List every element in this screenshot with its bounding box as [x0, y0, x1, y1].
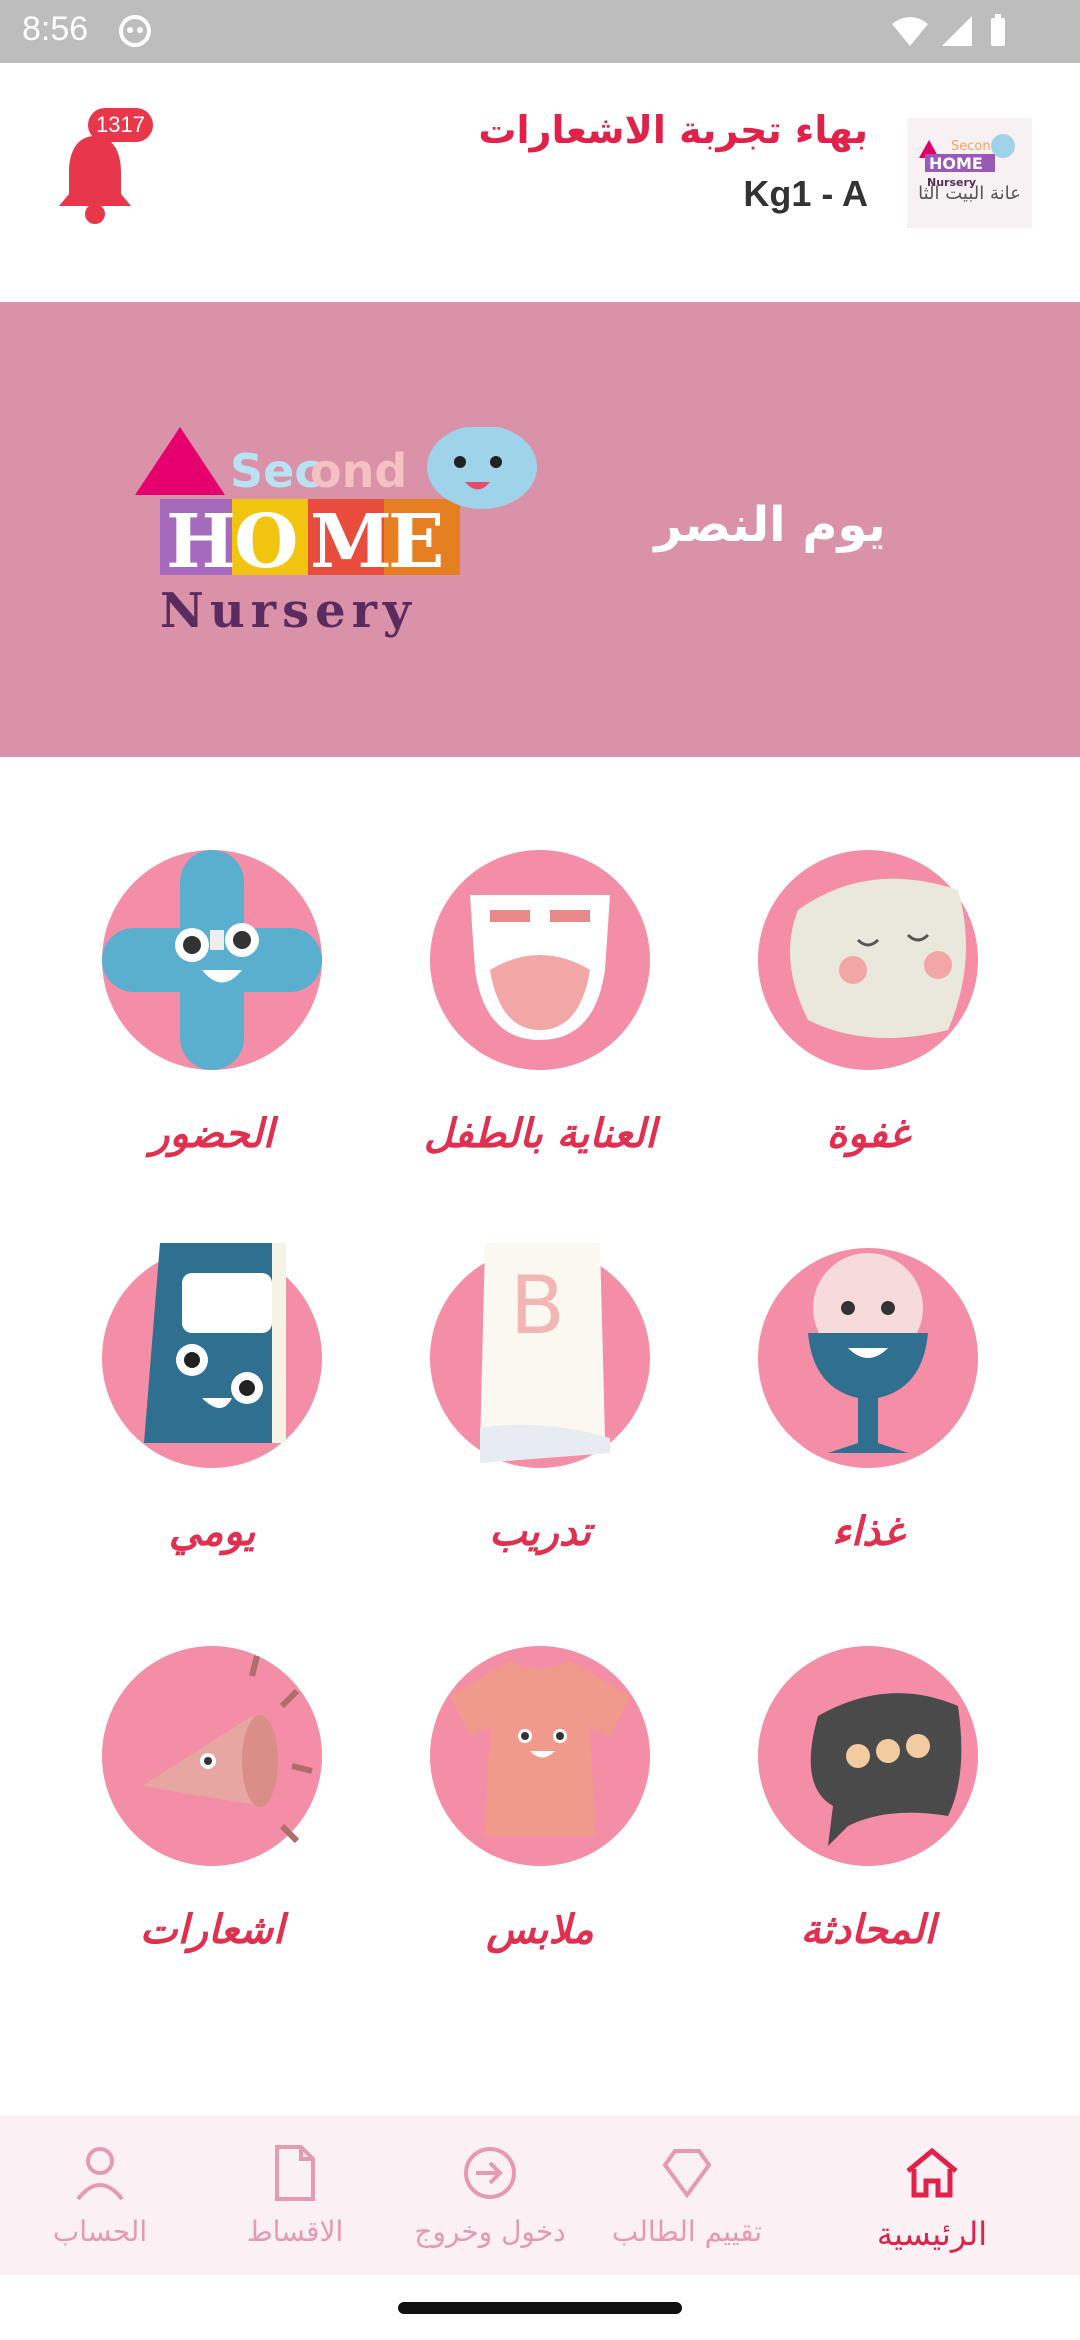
food-cup-icon	[808, 1253, 928, 1453]
signal-icon	[942, 16, 972, 46]
home-gesture-handle[interactable]	[398, 2302, 682, 2314]
tile-food[interactable]: غذاء	[708, 1238, 988, 1598]
nav-student-evaluation[interactable]: تقييم الطالب	[587, 2115, 787, 2275]
svg-text:HOME: HOME	[929, 154, 983, 173]
svg-text:M: M	[310, 499, 392, 585]
svg-text:B: B	[510, 1259, 565, 1352]
training-paper-icon: B	[480, 1243, 610, 1463]
clothes-shirt-icon	[450, 1661, 630, 1836]
daily-book-icon	[144, 1243, 286, 1443]
status-bar: 8:56	[0, 0, 1080, 63]
megaphone-icon	[142, 1655, 313, 1844]
nav-account[interactable]: الحساب	[0, 2115, 200, 2275]
tile-label: غذاء	[832, 1508, 904, 1555]
wifi-icon	[892, 17, 928, 46]
nav-home[interactable]: الرئيسية	[832, 2115, 1032, 2275]
nav-label: الرئيسية	[876, 2215, 988, 2253]
nursery-logo-small: Second HOME Nursery	[907, 118, 1032, 228]
feature-grid: غفوة العناية بالطفل الحضور غذاء B تدريب …	[0, 840, 1080, 2060]
gesture-bar	[0, 2275, 1080, 2340]
nap-pillow-icon	[790, 878, 966, 1038]
logo-caption: عانة البيت الثا	[918, 183, 1021, 204]
tile-training[interactable]: B تدريب	[380, 1238, 660, 1598]
svg-text:ond: ond	[310, 444, 407, 498]
tile-clothes[interactable]: ملابس	[380, 1636, 660, 1996]
diaper-icon	[470, 895, 610, 1040]
svg-text:Nursery: Nursery	[160, 583, 417, 639]
svg-text:Sec: Sec	[230, 444, 322, 498]
nav-label: دخول وخروج	[414, 2215, 566, 2248]
sign-in-icon	[464, 2147, 516, 2199]
tile-notifications[interactable]: اشعارات	[52, 1636, 332, 1996]
bottom-navigation: الرئيسية تقييم الطالب دخول وخروج الاقساط…	[0, 2115, 1080, 2275]
second-home-nursery-logo: Sec ond H O M E Nursery	[135, 427, 537, 639]
tile-label: العناية بالطفل	[423, 1110, 657, 1157]
attendance-cross-icon	[102, 850, 322, 1070]
battery-icon	[991, 14, 1005, 46]
tile-chat[interactable]: المحادثة	[708, 1636, 988, 1996]
diamond-icon	[662, 2149, 712, 2199]
tile-label: تدريب	[489, 1508, 591, 1555]
tile-label: غفوة	[826, 1110, 910, 1157]
tile-child-care[interactable]: العناية بالطفل	[380, 840, 660, 1200]
student-name: بهاء تجربة الاشعارات	[478, 108, 868, 152]
chat-bubble-icon	[810, 1693, 962, 1846]
notification-count-badge: 1317	[88, 108, 153, 142]
app-header: 1317 بهاء تجربة الاشعارات Kg1 - A Second…	[0, 63, 1080, 303]
nav-installments[interactable]: الاقساط	[195, 2115, 395, 2275]
nav-label: الاقساط	[246, 2215, 344, 2248]
document-icon	[275, 2145, 315, 2201]
tile-attendance[interactable]: الحضور	[52, 840, 332, 1200]
banner-title: يوم النصر	[654, 497, 886, 553]
tile-label: يومي	[168, 1508, 256, 1555]
nav-check-in-out[interactable]: دخول وخروج	[390, 2115, 590, 2275]
tile-nap[interactable]: غفوة	[708, 840, 988, 1200]
tile-label: ملابس	[486, 1906, 594, 1953]
svg-text:O: O	[234, 499, 298, 585]
event-banner: Sec ond H O M E Nursery يوم النصر	[0, 302, 1080, 757]
tile-label: المحادثة	[800, 1906, 936, 1953]
notification-bell-icon[interactable]	[55, 128, 135, 228]
svg-text:H: H	[166, 499, 236, 585]
nav-label: تقييم الطالب	[611, 2215, 763, 2248]
student-class: Kg1 - A	[743, 173, 868, 214]
app-notification-icon	[119, 15, 151, 47]
nav-label: الحساب	[52, 2215, 148, 2248]
home-icon	[906, 2147, 958, 2198]
person-icon	[76, 2147, 124, 2201]
tile-label: اشعارات	[139, 1906, 285, 1953]
svg-text:E: E	[388, 499, 444, 585]
tile-daily[interactable]: يومي	[52, 1238, 332, 1598]
status-time: 8:56	[22, 10, 89, 48]
tile-label: الحضور	[150, 1110, 274, 1157]
